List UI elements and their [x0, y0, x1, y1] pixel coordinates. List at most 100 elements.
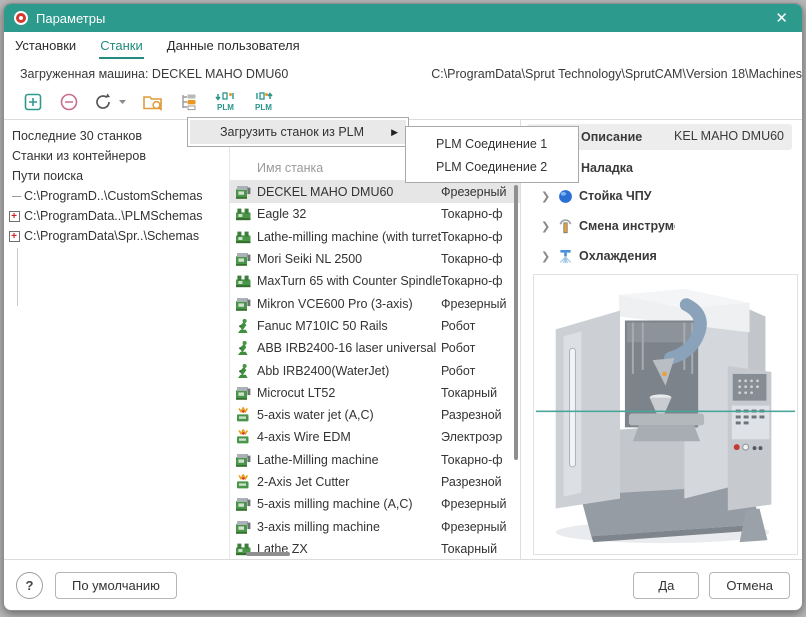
- tab-strip: Установки Станки Данные пользователя: [4, 32, 802, 59]
- machine-name: Abb IRB2400(WaterJet): [257, 364, 441, 378]
- mill-machine-icon: [235, 385, 252, 401]
- machine-name: ABB IRB2400-16 laser universal: [257, 341, 441, 355]
- title-bar[interactable]: Параметры ✕: [4, 4, 802, 32]
- machine-name: 5-axis milling machine (A,C): [257, 497, 441, 511]
- folder-search-button[interactable]: [142, 92, 164, 116]
- ok-button[interactable]: Да: [633, 572, 699, 599]
- plm-save-button[interactable]: PLM: [252, 92, 276, 116]
- machine-row[interactable]: 4-axis Wire EDMЭлектроэр: [230, 426, 520, 448]
- mill-machine-icon: [235, 496, 252, 512]
- containers-button[interactable]: [178, 92, 200, 116]
- machine-type: Токарно-ф: [441, 252, 513, 266]
- machine-type: Фрезерный: [441, 520, 513, 534]
- setup-node-cooling[interactable]: ❯Охлаждения: [527, 241, 794, 271]
- machine-row[interactable]: Lathe-milling machine (with turret ...То…: [230, 226, 520, 248]
- machine-row[interactable]: Fanuc M710IC 50 RailsРобот: [230, 315, 520, 337]
- add-icon: [23, 92, 43, 115]
- plm-load-icon: PLM: [214, 91, 238, 116]
- expand-plus-icon[interactable]: +: [4, 231, 24, 242]
- tree-path-label: C:\ProgramData..\PLMSchemas: [24, 206, 203, 226]
- machine-row[interactable]: Microcut LT52Токарный: [230, 382, 520, 404]
- chevron-right-icon[interactable]: ❯: [541, 220, 557, 233]
- machine-type: Робот: [441, 319, 513, 333]
- cnc-ball-icon: [557, 188, 574, 205]
- machine-row[interactable]: Eagle 32Токарно-ф: [230, 203, 520, 225]
- tab-stanki[interactable]: Станки: [99, 35, 144, 59]
- tree-path-0[interactable]: C:\ProgramD..\CustomSchemas: [4, 186, 229, 206]
- machine-row[interactable]: Lathe-Milling machineТокарно-ф: [230, 449, 520, 471]
- expand-plus-icon[interactable]: +: [4, 211, 24, 222]
- machine-type: Разрезной: [441, 408, 513, 422]
- machine-type: Электроэр: [441, 430, 513, 444]
- plm-save-icon: PLM: [252, 91, 276, 116]
- machines-path: C:\ProgramData\Sprut Technology\SprutCAM…: [431, 67, 802, 81]
- machine-type: Робот: [441, 341, 513, 355]
- remove-button[interactable]: [58, 92, 80, 116]
- refresh-icon: [94, 92, 128, 115]
- machine-row[interactable]: Abb IRB2400(WaterJet)Робот: [230, 359, 520, 381]
- default-button[interactable]: По умолчанию: [55, 572, 177, 599]
- window-title: Параметры: [36, 11, 105, 26]
- machine-row[interactable]: ABB IRB2400-16 laser universalРобот: [230, 337, 520, 359]
- machine-name: MaxTurn 65 with Counter Spindle: [257, 274, 441, 288]
- machine-row[interactable]: Mori Seiki NL 2500Токарно-ф: [230, 248, 520, 270]
- robot-machine-icon: [235, 363, 252, 379]
- plm-submenu: PLM Соединение 1PLM Соединение 2: [405, 126, 579, 183]
- tree-item-1[interactable]: Станки из контейнеров: [4, 146, 229, 166]
- submenu-item-plm-connection-1[interactable]: PLM Соединение 1: [406, 132, 578, 155]
- tree-path-2[interactable]: +C:\ProgramData\Spr..\Schemas: [4, 226, 229, 246]
- plm-load-button[interactable]: PLM: [214, 92, 238, 116]
- machine-name: Fanuc M710IC 50 Rails: [257, 319, 441, 333]
- machine-row[interactable]: Lathe ZXТокарный: [230, 538, 520, 560]
- machine-row[interactable]: Mikron VCE600 Pro (3-axis)Фрезерный: [230, 292, 520, 314]
- add-button[interactable]: [22, 92, 44, 116]
- sources-tree-panel: Последние 30 станковСтанки из контейнеро…: [4, 120, 230, 559]
- machine-row[interactable]: 5-axis water jet (A,C)Разрезной: [230, 404, 520, 426]
- submenu-arrow-icon: ▶: [391, 127, 398, 138]
- machine-type: Фрезерный: [441, 185, 513, 199]
- horizontal-scrollbar[interactable]: [246, 552, 290, 556]
- refresh-button[interactable]: [94, 92, 128, 116]
- containers-icon: [179, 92, 199, 115]
- machine-row[interactable]: 5-axis milling machine (A,C)Фрезерный: [230, 493, 520, 515]
- tree-path-label: C:\ProgramD..\CustomSchemas: [24, 186, 203, 206]
- parameters-dialog: Параметры ✕ Установки Станки Данные пользо…: [3, 3, 803, 611]
- menu-item-load-from-plm[interactable]: Загрузить станок из PLM ▶: [190, 120, 406, 144]
- turnmill-machine-icon: [235, 229, 252, 245]
- tab-user-data[interactable]: Данные пользователя: [166, 35, 301, 59]
- machine-name: Lathe-milling machine (with turret ...: [257, 230, 441, 244]
- setup-node-tool-change[interactable]: ❯ Смена инструме: [527, 211, 794, 241]
- machine-type: Токарно-ф: [441, 230, 513, 244]
- help-button[interactable]: ?: [16, 572, 43, 599]
- machine-row[interactable]: 3-axis milling machineФрезерный: [230, 515, 520, 537]
- chevron-right-icon[interactable]: ❯: [541, 250, 557, 263]
- close-icon[interactable]: ✕: [771, 11, 792, 26]
- vertical-scrollbar[interactable]: [514, 185, 518, 460]
- machine-name: 4-axis Wire EDM: [257, 430, 441, 444]
- description-value: DECKEL MAHO DMU60: [674, 129, 784, 146]
- cancel-button[interactable]: Отмена: [709, 572, 790, 599]
- machine-name: Lathe-Milling machine: [257, 453, 441, 467]
- machine-type: Фрезерный: [441, 497, 513, 511]
- mill-machine-icon: [235, 519, 252, 535]
- submenu-item-plm-connection-2[interactable]: PLM Соединение 2: [406, 155, 578, 178]
- chevron-right-icon[interactable]: ❯: [541, 190, 557, 203]
- machine-photo: [534, 275, 797, 554]
- turnmill-machine-icon: [235, 206, 252, 222]
- machine-type: Токарно-ф: [441, 453, 513, 467]
- machine-row[interactable]: 2-Axis Jet CutterРазрезной: [230, 471, 520, 493]
- setup-node-cnc-ball[interactable]: ❯ Стойка ЧПУ: [527, 181, 794, 211]
- mill-machine-icon: [235, 184, 252, 200]
- tree-path-1[interactable]: +C:\ProgramData..\PLMSchemas: [4, 206, 229, 226]
- machine-row[interactable]: MaxTurn 65 with Counter SpindleТокарно-ф: [230, 270, 520, 292]
- folder-search-icon: [142, 92, 164, 115]
- machine-name: DECKEL MAHO DMU60: [257, 185, 441, 199]
- setup-node-label: Смена инструме: [579, 219, 675, 233]
- tab-ustanovki[interactable]: Установки: [14, 35, 77, 59]
- machine-type: Фрезерный: [441, 297, 513, 311]
- tree-item-2[interactable]: Пути поиска: [4, 166, 229, 186]
- machine-row[interactable]: DECKEL MAHO DMU60Фрезерный: [230, 181, 520, 203]
- setup-node-label: Стойка ЧПУ: [579, 189, 652, 203]
- machine-type: Токарный: [441, 542, 513, 556]
- machine-type: Токарно-ф: [441, 207, 513, 221]
